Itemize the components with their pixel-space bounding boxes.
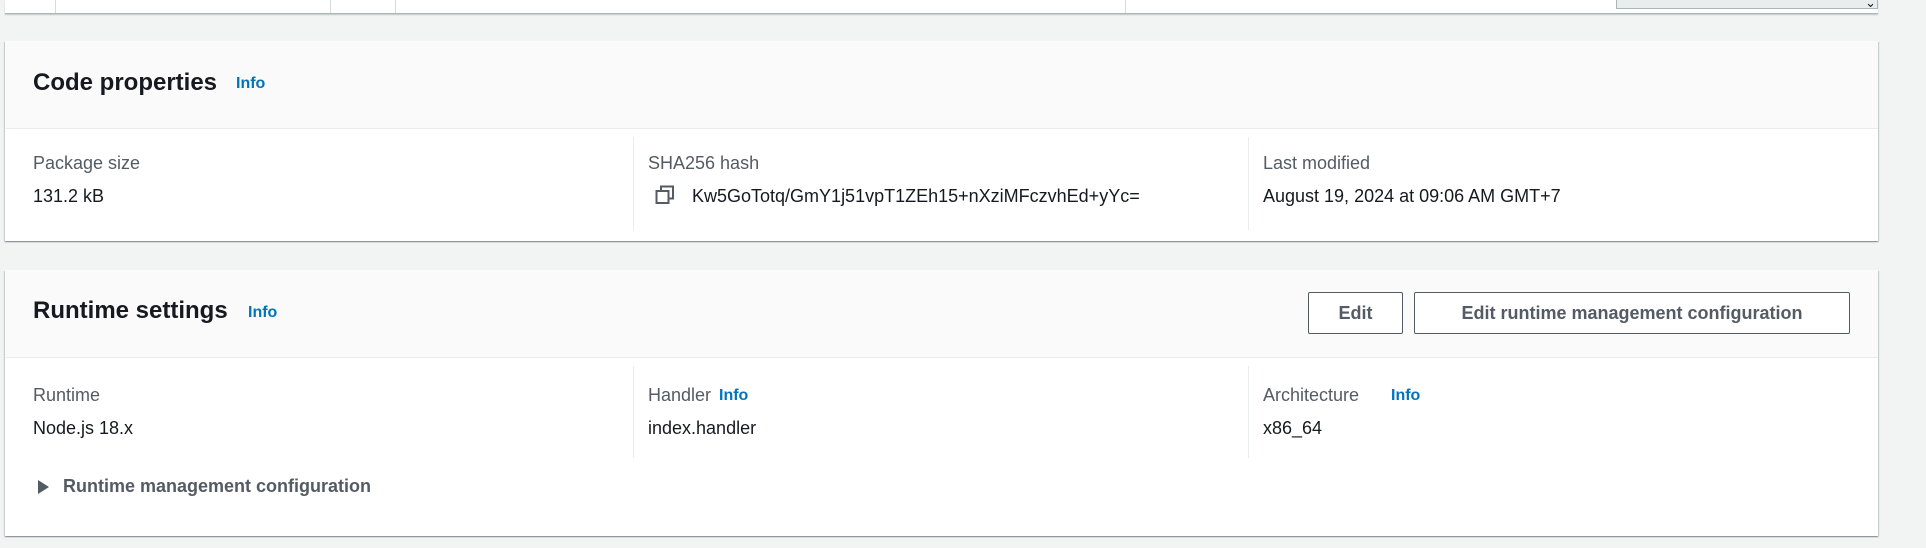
runtime-value: Node.js 18.x [33, 418, 134, 438]
package-size-label: Package size [33, 153, 141, 173]
toolbar-divider [55, 0, 56, 13]
sha256-column: SHA256 hash Kw5GoTotq/GmY1j51vpT1ZEh15+n… [633, 137, 1249, 230]
package-size-column: Package size 131.2 kB [5, 129, 620, 242]
last-modified-column: Last modified August 19, 2024 at 09:06 A… [1248, 137, 1864, 230]
sha256-value: Kw5GoTotq/GmY1j51vpT1ZEh15+nXziMFczvhEd+… [692, 186, 1140, 206]
runtime-settings-title: Runtime settings [33, 297, 228, 324]
code-properties-panel: Code properties Info Package size 131.2 … [5, 41, 1878, 241]
runtime-settings-body: Runtime Node.js 18.x Handler Info index.… [5, 358, 1878, 537]
last-modified-label: Last modified [1263, 153, 1371, 173]
architecture-info-link[interactable]: Info [1391, 387, 1420, 405]
edit-runtime-management-configuration-button[interactable]: Edit runtime management configuration [1414, 292, 1850, 334]
chevron-down-icon[interactable]: ⌄ [1865, 0, 1876, 11]
architecture-value: x86_64 [1263, 418, 1323, 438]
toolbar-divider [1125, 0, 1126, 13]
code-editor-toolbar-partial: ⌄ [5, 0, 1878, 14]
handler-label: Handler [648, 385, 712, 405]
toolbar-divider [395, 0, 396, 13]
package-size-value: 131.2 kB [33, 186, 105, 206]
architecture-label: Architecture [1263, 385, 1360, 405]
runtime-column: Runtime Node.js 18.x [5, 358, 620, 458]
toolbar-divider [330, 0, 331, 13]
handler-value: index.handler [648, 418, 757, 438]
edit-button[interactable]: Edit [1308, 292, 1403, 334]
handler-column: Handler Info index.handler [633, 366, 1249, 458]
code-properties-title: Code properties [33, 69, 218, 96]
runtime-settings-info-link[interactable]: Info [248, 304, 277, 322]
code-properties-info-link[interactable]: Info [236, 75, 265, 93]
code-properties-header: Code properties Info [5, 41, 1878, 129]
caret-right-icon[interactable] [38, 479, 49, 494]
runtime-settings-header: Runtime settings Info Edit Edit runtime … [5, 270, 1878, 358]
code-properties-body: Package size 131.2 kB SHA256 hash Kw5GoT… [5, 129, 1878, 242]
runtime-management-configuration-label[interactable]: Runtime management configuration [63, 476, 371, 497]
sha256-label: SHA256 hash [648, 153, 760, 173]
last-modified-value: August 19, 2024 at 09:06 AM GMT+7 [1263, 186, 1561, 206]
runtime-management-configuration-expander[interactable]: Runtime management configuration [33, 476, 371, 497]
runtime-label: Runtime [33, 385, 101, 405]
copy-icon[interactable] [654, 184, 676, 206]
handler-info-link[interactable]: Info [719, 387, 748, 405]
runtime-settings-panel: Runtime settings Info Edit Edit runtime … [5, 270, 1878, 536]
architecture-column: Architecture Info x86_64 [1248, 366, 1864, 458]
toolbar-select[interactable] [1616, 0, 1878, 9]
